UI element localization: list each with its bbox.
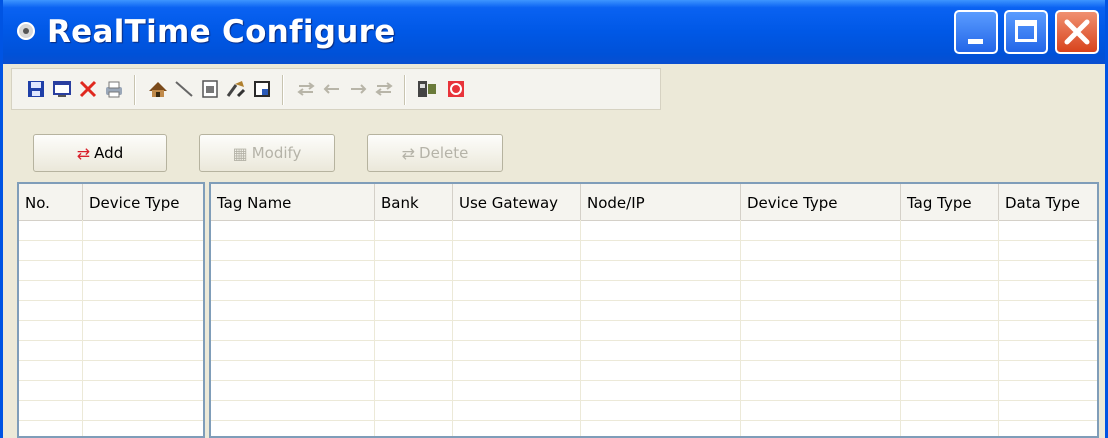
grid-row-line	[19, 380, 203, 381]
close-icon	[1064, 19, 1090, 45]
move-both-icon[interactable]	[294, 77, 318, 101]
grid-row-line	[211, 400, 1097, 401]
document-icon[interactable]	[198, 77, 222, 101]
grid-row-line	[19, 400, 203, 401]
column-header-device-type[interactable]: Device Type	[83, 184, 203, 220]
minimize-button[interactable]	[954, 10, 998, 54]
grid-row-line	[19, 340, 203, 341]
group-icon[interactable]	[416, 77, 440, 101]
main-window: RealTime Configure ⇄ Add ▦ Modify ⇄ Dele…	[0, 0, 1108, 438]
delete-button-label: Delete	[419, 144, 469, 162]
grid-row-line	[211, 240, 1097, 241]
modify-icon: ▦	[232, 143, 248, 163]
line-icon[interactable]	[172, 77, 196, 101]
add-icon: ⇄	[76, 143, 91, 163]
toolbar-separator	[404, 75, 406, 105]
grid-row-line	[19, 360, 203, 361]
grid-row-line	[19, 420, 203, 421]
window-icon[interactable]	[50, 77, 74, 101]
delete-row-icon: ⇄	[401, 143, 416, 163]
column-header-bank[interactable]: Bank	[375, 184, 453, 220]
save-icon[interactable]	[24, 77, 48, 101]
window-title: RealTime Configure	[47, 14, 396, 50]
column-header-device-type[interactable]: Device Type	[741, 184, 901, 220]
export-icon[interactable]	[250, 77, 274, 101]
device-grid[interactable]: No. Device Type	[17, 182, 205, 438]
column-header-tag-name[interactable]: Tag Name	[211, 184, 375, 220]
delete-icon[interactable]	[76, 77, 100, 101]
grid-row-line	[211, 320, 1097, 321]
maximize-button[interactable]	[1004, 10, 1048, 54]
stop-icon[interactable]	[444, 77, 468, 101]
grid-row-line	[19, 300, 203, 301]
column-header-use-gateway[interactable]: Use Gateway	[453, 184, 581, 220]
move-left-icon[interactable]	[320, 77, 344, 101]
toolbar	[11, 68, 661, 110]
grid-row-line	[19, 240, 203, 241]
tag-grid-header: Tag Name Bank Use Gateway Node/IP Device…	[211, 184, 1097, 221]
grid-row-line	[19, 260, 203, 261]
grid-row-line	[211, 360, 1097, 361]
delete-button[interactable]: ⇄ Delete	[367, 134, 503, 172]
toolbar-separator	[282, 75, 284, 105]
column-header-no[interactable]: No.	[19, 184, 83, 220]
minimize-icon	[968, 39, 983, 44]
grid-row-line	[211, 340, 1097, 341]
modify-button-label: Modify	[251, 144, 302, 162]
grid-column-line	[82, 220, 83, 436]
maximize-icon	[1015, 20, 1037, 42]
add-button-label: Add	[94, 144, 124, 162]
grid-column-line	[998, 220, 999, 436]
toolbar-separator	[134, 75, 136, 105]
grid-column-line	[452, 220, 453, 436]
app-icon	[17, 22, 35, 40]
grid-column-line	[900, 220, 901, 436]
column-header-data-type[interactable]: Data Type	[999, 184, 1097, 220]
grid-row-line	[211, 300, 1097, 301]
grid-row-line	[211, 260, 1097, 261]
tag-grid[interactable]: Tag Name Bank Use Gateway Node/IP Device…	[209, 182, 1099, 438]
device-grid-header: No. Device Type	[19, 184, 203, 221]
column-header-node-ip[interactable]: Node/IP	[581, 184, 741, 220]
move-right-icon[interactable]	[346, 77, 370, 101]
tools-icon[interactable]	[224, 77, 248, 101]
column-header-tag-type[interactable]: Tag Type	[901, 184, 999, 220]
grid-row-line	[19, 280, 203, 281]
grid-row-line	[211, 380, 1097, 381]
title-bar[interactable]: RealTime Configure	[3, 0, 1105, 64]
modify-button[interactable]: ▦ Modify	[199, 134, 335, 172]
close-button[interactable]	[1055, 10, 1099, 54]
move-both-icon-2[interactable]	[372, 77, 396, 101]
grid-column-line	[740, 220, 741, 436]
grid-row-line	[211, 420, 1097, 421]
grid-row-line	[211, 280, 1097, 281]
grid-row-line	[19, 320, 203, 321]
device-icon[interactable]	[146, 77, 170, 101]
grid-column-line	[374, 220, 375, 436]
add-button[interactable]: ⇄ Add	[33, 134, 167, 172]
grid-column-line	[580, 220, 581, 436]
print-icon[interactable]	[102, 77, 126, 101]
